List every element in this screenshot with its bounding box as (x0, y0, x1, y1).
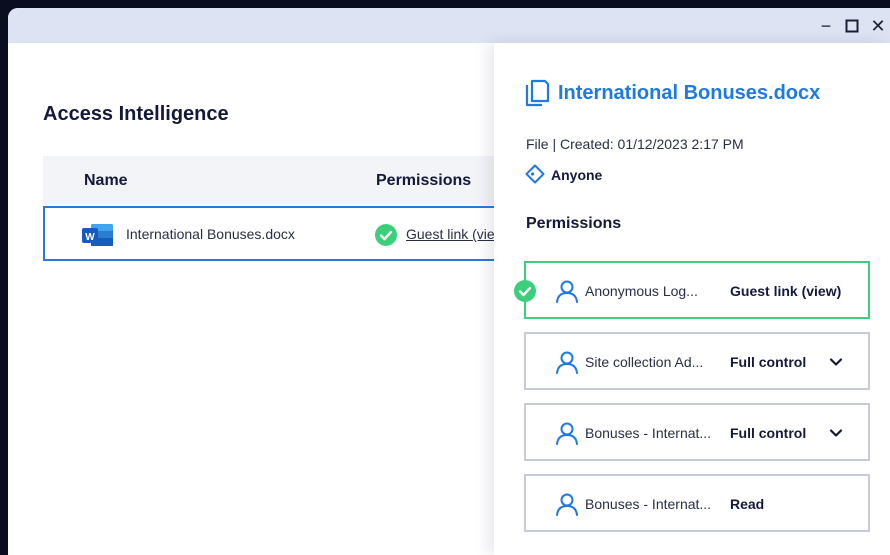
details-panel: International Bonuses.docx File | Create… (494, 43, 890, 555)
panel-title: International Bonuses.docx (558, 82, 821, 104)
permission-name: Site collection Ad... (585, 354, 704, 370)
tag-icon (525, 164, 545, 184)
column-header-name[interactable]: Name (84, 172, 128, 190)
permission-level: Read (730, 496, 765, 512)
permission-level: Full control (730, 354, 807, 370)
file-name-cell: International Bonuses.docx (126, 226, 295, 242)
check-circle-icon (514, 280, 536, 302)
user-icon (556, 351, 578, 374)
chevron-down-icon[interactable] (828, 354, 844, 370)
app-window: − ✕ Access Intelligence Name Permissions… (8, 8, 890, 555)
table-header: Name Permissions (43, 156, 503, 205)
user-icon (556, 280, 578, 303)
document-icon (525, 79, 550, 107)
chevron-down-icon[interactable] (828, 425, 844, 441)
permission-card[interactable]: Site collection Ad... Full control (524, 332, 870, 390)
page-title: Access Intelligence (43, 103, 229, 125)
permission-level: Guest link (view) (730, 283, 842, 299)
title-bar: − ✕ (8, 8, 890, 43)
check-circle-icon (375, 224, 397, 246)
minimize-button[interactable]: − (816, 16, 836, 36)
column-header-permissions[interactable]: Permissions (376, 172, 471, 190)
permission-name: Anonymous Log... (585, 283, 698, 299)
svg-text:W: W (85, 232, 95, 243)
permission-card[interactable]: Bonuses - Internat... Read (524, 474, 870, 532)
user-icon (556, 422, 578, 445)
word-doc-icon: W (82, 224, 113, 246)
permissions-heading: Permissions (526, 215, 622, 232)
user-icon (556, 493, 578, 516)
maximize-icon (845, 19, 859, 33)
table-row[interactable]: W International Bonuses.docx Guest link … (43, 206, 509, 261)
permission-name: Bonuses - Internat... (585, 496, 712, 512)
file-meta: File | Created: 01/12/2023 2:17 PM (526, 136, 744, 152)
permission-card[interactable]: Bonuses - Internat... Full control (524, 403, 870, 461)
close-button[interactable]: ✕ (868, 16, 888, 36)
main-content: Access Intelligence Name Permissions W I… (8, 43, 509, 555)
sharing-scope: Anyone (551, 167, 603, 183)
permission-level: Full control (730, 425, 807, 441)
maximize-button[interactable] (842, 16, 862, 36)
permission-card[interactable]: Anonymous Log... Guest link (view) (514, 261, 870, 319)
permission-name: Bonuses - Internat... (585, 425, 712, 441)
